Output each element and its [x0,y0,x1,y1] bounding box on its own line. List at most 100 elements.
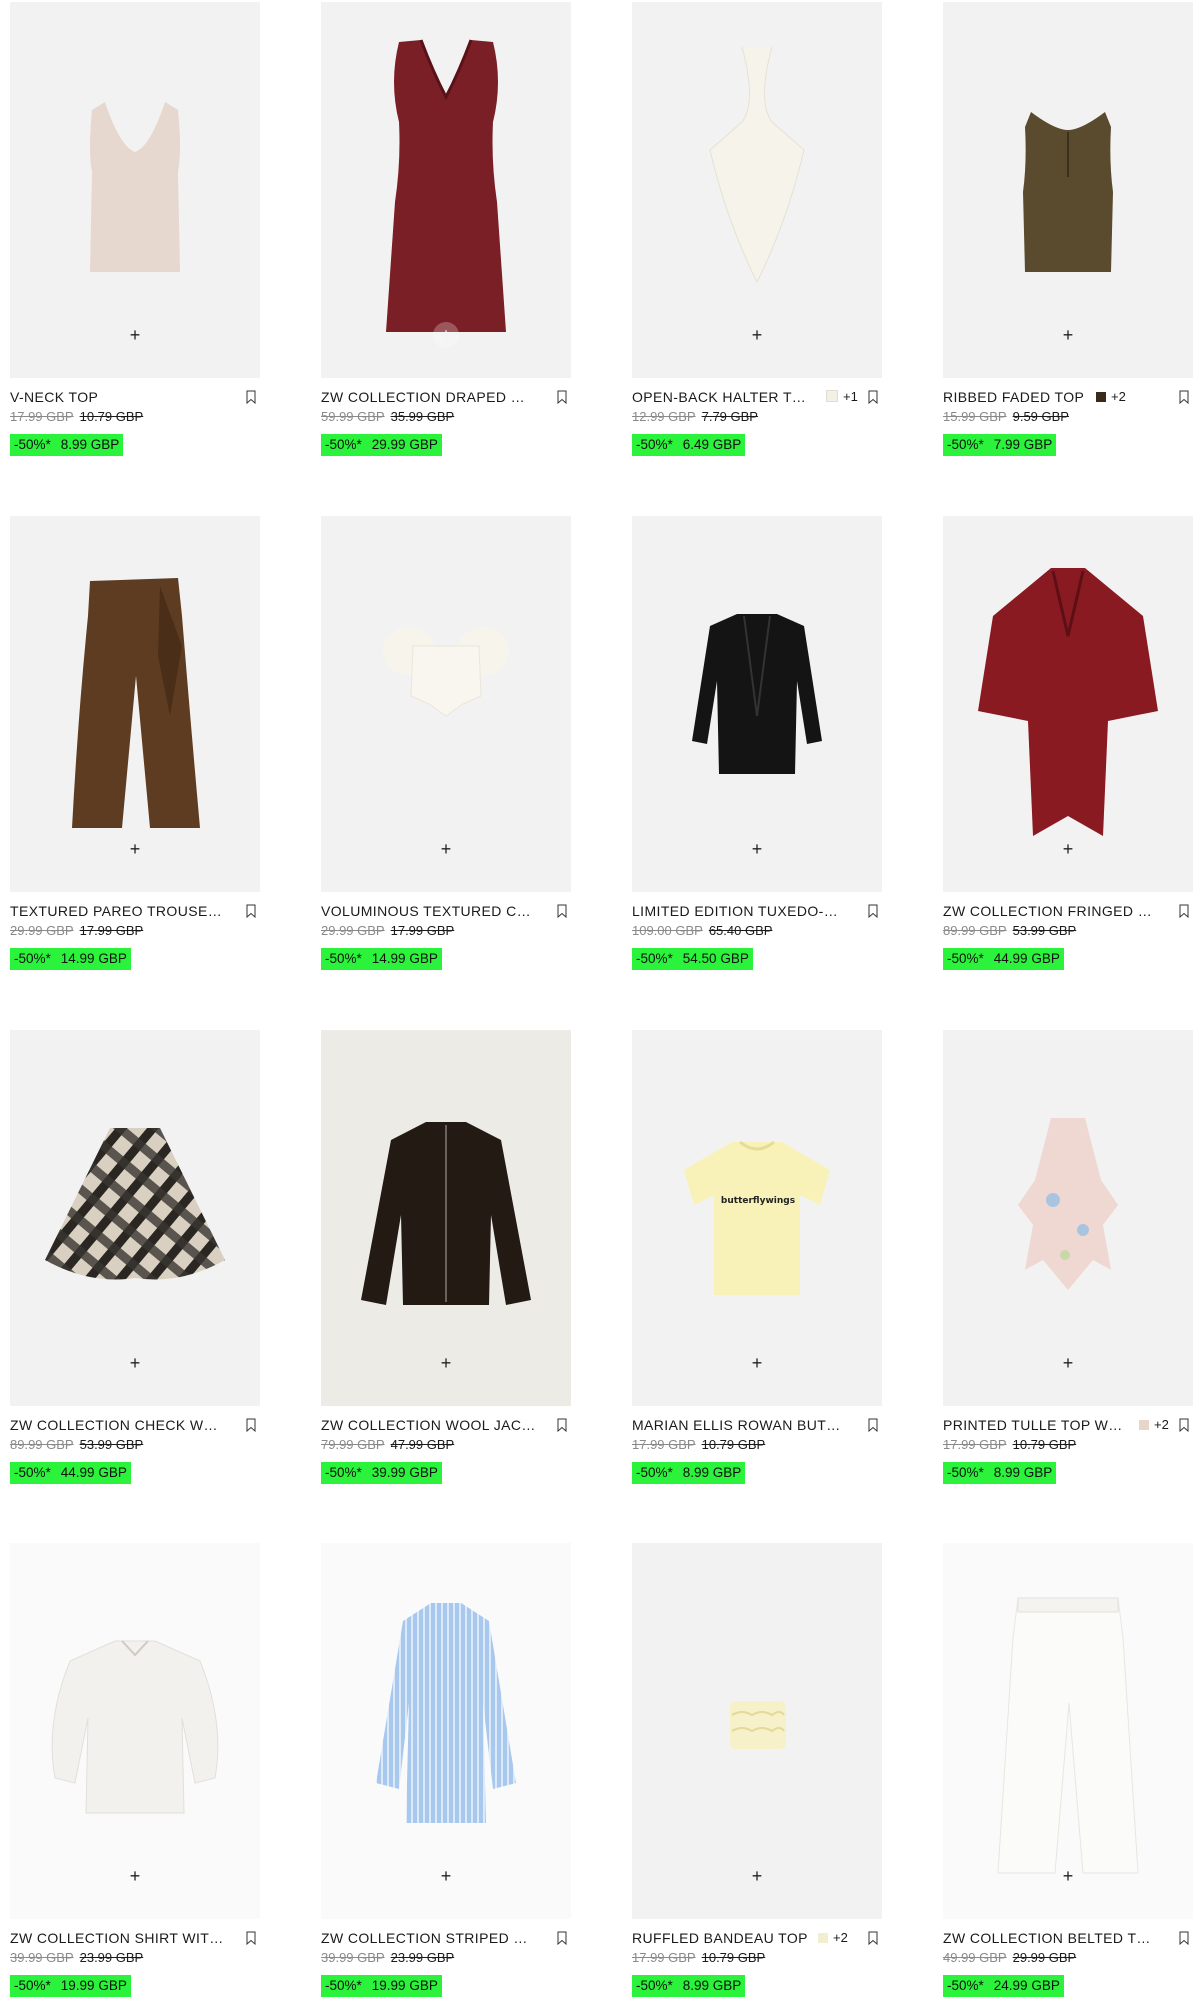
add-to-cart-plus-icon[interactable]: + [122,836,148,862]
add-to-cart-plus-icon[interactable]: + [433,1863,459,1889]
color-swatch[interactable] [818,1933,828,1943]
add-to-cart-plus-icon[interactable]: + [433,836,459,862]
product-name[interactable]: ZW COLLECTION DRAPED MIDI DRESS [321,388,536,406]
product-card[interactable]: + ZW COLLECTION FRINGED WOOL PONCHO 89.9… [943,516,1193,986]
add-to-cart-plus-icon[interactable]: + [744,1863,770,1889]
product-card[interactable]: + RIBBED FADED TOP +2 15.99 GBP 9.59 GBP … [943,2,1193,472]
product-name[interactable]: V-NECK TOP [10,388,225,406]
sale-badge: -50%* 8.99 GBP [632,1462,746,1484]
previous-price: 29.99 GBP [1012,1950,1077,1965]
bookmark-icon[interactable] [868,1418,878,1432]
product-card[interactable]: + LIMITED EDITION TUXEDO-STYLE BLAZER 10… [632,516,882,986]
add-to-cart-plus-icon[interactable]: + [744,1350,770,1376]
bookmark-icon[interactable] [557,1931,567,1945]
product-card[interactable]: + ZW COLLECTION CHECK WOOL CAPE 89.99 GB… [10,1030,260,1500]
product-card[interactable]: + ZW COLLECTION DRAPED MIDI DRESS 59.99 … [321,2,571,472]
product-name[interactable]: LIMITED EDITION TUXEDO-STYLE BLAZER [632,902,847,920]
bookmark-icon[interactable] [557,904,567,918]
color-swatch[interactable] [826,390,838,402]
add-to-cart-plus-icon[interactable]: + [1055,1863,1081,1889]
bookmark-icon[interactable] [246,904,256,918]
sale-price: 14.99 GBP [371,951,438,966]
product-name[interactable]: ZW COLLECTION CHECK WOOL CAPE [10,1416,225,1434]
product-card[interactable]: + ZW COLLECTION STRIPED OVERSIZE SHIRT 3… [321,1543,571,2013]
bookmark-icon[interactable] [868,1931,878,1945]
add-to-cart-plus-icon[interactable]: + [1055,836,1081,862]
discount-percent: -50%* [325,951,362,966]
bookmark-icon[interactable] [246,1418,256,1432]
sale-badge: -50%* 14.99 GBP [321,948,442,970]
product-name[interactable]: TEXTURED PAREO TROUSERS [10,902,225,920]
bookmark-icon[interactable] [868,904,878,918]
bookmark-icon[interactable] [868,390,878,404]
previous-price: 9.59 GBP [1012,409,1069,424]
sale-badge: -50%* 8.99 GBP [632,1975,746,1997]
discount-percent: -50%* [636,951,673,966]
discount-percent: -50%* [636,1465,673,1480]
bookmark-icon[interactable] [1179,1418,1189,1432]
discount-percent: -50%* [947,1465,984,1480]
product-card[interactable]: + PRINTED TULLE TOP WITH RUFFLES +2 17.9… [943,1030,1193,1500]
color-swatches[interactable]: +1 [826,388,858,406]
color-swatches[interactable]: +2 [1096,388,1126,406]
sale-price: 8.99 GBP [682,1465,742,1480]
product-name[interactable]: VOLUMINOUS TEXTURED CORSET TOP [321,902,536,920]
bookmark-icon[interactable] [1179,904,1189,918]
bookmark-icon[interactable] [557,390,567,404]
product-card[interactable]: + ZW COLLECTION WOOL JACKET 79.99 GBP 47.… [321,1030,571,1500]
sale-price: 14.99 GBP [60,951,127,966]
previous-price: 53.99 GBP [79,1437,144,1452]
sale-price: 19.99 GBP [60,1978,127,1993]
bookmark-icon[interactable] [246,390,256,404]
product-name[interactable]: OPEN-BACK HALTER TOP [632,388,812,406]
product-card[interactable]: + ZW COLLECTION BELTED TROUSERS 49.99 GB… [943,1543,1193,2013]
product-card[interactable]: + V-NECK TOP 17.99 GBP 10.79 GBP -50%* 8.9… [10,2,260,472]
color-swatch[interactable] [1139,1420,1149,1430]
product-name[interactable]: MARIAN ELLIS ROWAN BUTTERFLY T-SHIRT [632,1416,847,1434]
sale-badge: -50%* 39.99 GBP [321,1462,442,1484]
color-swatch[interactable] [1096,392,1106,402]
sale-price: 8.99 GBP [60,437,120,452]
sale-price: 6.49 GBP [682,437,742,452]
sale-badge: -50%* 19.99 GBP [321,1975,442,1997]
original-price: 39.99 GBP [10,1950,74,1965]
add-to-cart-plus-icon[interactable]: + [433,322,459,348]
previous-price: 10.79 GBP [701,1437,766,1452]
add-to-cart-plus-icon[interactable]: + [122,322,148,348]
original-price: 29.99 GBP [10,923,74,938]
product-name[interactable]: ZW COLLECTION BELTED TROUSERS [943,1929,1158,1947]
product-card[interactable]: + RUFFLED BANDEAU TOP +2 17.99 GBP 10.79 … [632,1543,882,2013]
add-to-cart-plus-icon[interactable]: + [1055,322,1081,348]
sale-price: 7.99 GBP [993,437,1053,452]
bookmark-icon[interactable] [1179,390,1189,404]
add-to-cart-plus-icon[interactable]: + [1055,1350,1081,1376]
product-card[interactable]: + TEXTURED PAREO TROUSERS 29.99 GBP 17.99… [10,516,260,986]
price-row: 29.99 GBP 17.99 GBP [321,923,454,939]
product-card[interactable]: + ZW COLLECTION SHIRT WITH EMBROIDERY 39… [10,1543,260,2013]
color-swatches[interactable]: +2 [818,1929,848,1947]
product-card[interactable]: + VOLUMINOUS TEXTURED CORSET TOP 29.99 G… [321,516,571,986]
product-name[interactable]: ZW COLLECTION STRIPED OVERSIZE SHIRT [321,1929,536,1947]
previous-price: 7.79 GBP [701,409,758,424]
product-name[interactable]: ZW COLLECTION WOOL JACKET [321,1416,536,1434]
product-card[interactable]: + OPEN-BACK HALTER TOP +1 12.99 GBP 7.79 … [632,2,882,472]
product-name[interactable]: RUFFLED BANDEAU TOP [632,1929,812,1947]
previous-price: 35.99 GBP [390,409,455,424]
add-to-cart-plus-icon[interactable]: + [744,836,770,862]
bookmark-icon[interactable] [246,1931,256,1945]
original-price: 89.99 GBP [943,923,1007,938]
product-name[interactable]: ZW COLLECTION FRINGED WOOL PONCHO [943,902,1158,920]
discount-percent: -50%* [947,437,984,452]
more-colors-count: +2 [1111,389,1126,404]
bookmark-icon[interactable] [557,1418,567,1432]
add-to-cart-plus-icon[interactable]: + [433,1350,459,1376]
product-name[interactable]: ZW COLLECTION SHIRT WITH EMBROIDERY [10,1929,225,1947]
product-name[interactable]: PRINTED TULLE TOP WITH RUFFLES [943,1416,1123,1434]
add-to-cart-plus-icon[interactable]: + [122,1863,148,1889]
original-price: 17.99 GBP [632,1950,696,1965]
add-to-cart-plus-icon[interactable]: + [122,1350,148,1376]
color-swatches[interactable]: +2 [1139,1416,1169,1434]
product-card[interactable]: butterflywings + MARIAN ELLIS ROWAN BUTT… [632,1030,882,1500]
add-to-cart-plus-icon[interactable]: + [744,322,770,348]
bookmark-icon[interactable] [1179,1931,1189,1945]
